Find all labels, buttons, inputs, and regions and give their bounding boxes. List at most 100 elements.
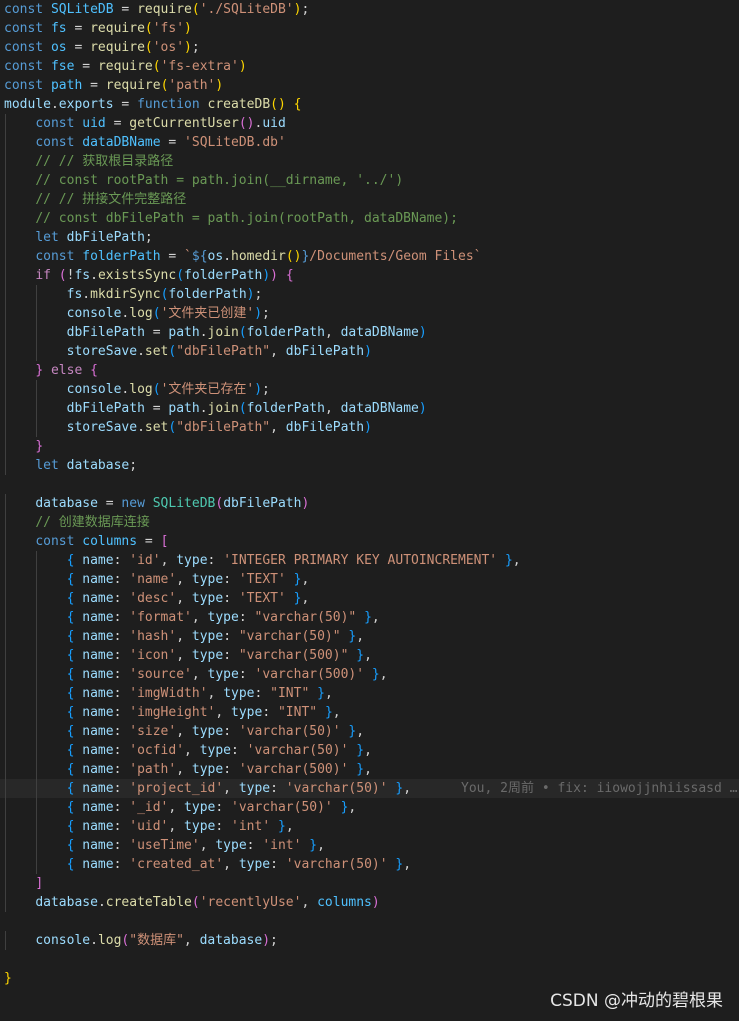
code-line[interactable]: dbFilePath = path.join(folderPath, dataD…: [0, 399, 739, 418]
code-token: (: [144, 21, 153, 36]
code-line[interactable]: { name: 'uid', type: 'int' },: [0, 817, 739, 836]
code-token: function: [137, 97, 208, 112]
code-line[interactable]: fs.mkdirSync(folderPath);: [0, 285, 739, 304]
code-line[interactable]: const columns = [: [0, 532, 739, 551]
code-line[interactable]: { name: 'project_id', type: 'varchar(50)…: [0, 779, 739, 798]
code-line[interactable]: // const rootPath = path.join(__dirname,…: [0, 171, 739, 190]
code-line[interactable]: const uid = getCurrentUser().uid: [0, 114, 739, 133]
code-token: './SQLiteDB': [199, 2, 294, 17]
code-line[interactable]: { name: '_id', type: 'varchar(50)' },: [0, 798, 739, 817]
code-token: dataDBName: [340, 401, 419, 416]
code-token: =: [113, 97, 138, 112]
code-token: type: [184, 819, 216, 834]
code-token: :: [223, 762, 239, 777]
code-line[interactable]: const fse = require('fs-extra'): [0, 57, 739, 76]
code-token: type: [215, 838, 247, 853]
indent-guide: [36, 703, 37, 722]
code-token: uid: [82, 116, 106, 131]
indent-guide: [36, 418, 37, 437]
code-line[interactable]: { name: 'ocfid', type: 'varchar(50)' },: [0, 741, 739, 760]
code-token: name: [74, 610, 114, 625]
code-line[interactable]: { name: 'desc', type: 'TEXT' },: [0, 589, 739, 608]
indent-guide: [5, 589, 6, 608]
code-line[interactable]: const SQLiteDB = require('./SQLiteDB');: [0, 0, 739, 19]
code-line[interactable]: { name: 'name', type: 'TEXT' },: [0, 570, 739, 589]
code-line[interactable]: { name: 'format', type: "varchar(50)" },: [0, 608, 739, 627]
code-line[interactable]: console.log('文件夹已存在');: [0, 380, 739, 399]
code-line[interactable]: console.log('文件夹已创建');: [0, 304, 739, 323]
code-token: }: [4, 971, 12, 986]
code-line[interactable]: // const dbFilePath = path.join(rootPath…: [0, 209, 739, 228]
code-token: ,: [168, 800, 185, 815]
code-line[interactable]: database = new SQLiteDB(dbFilePath): [0, 494, 739, 513]
code-token: folderPath: [246, 401, 325, 416]
code-token: =: [113, 2, 138, 17]
code-line[interactable]: [0, 912, 739, 931]
code-line[interactable]: { name: 'size', type: 'varchar(50)' },: [0, 722, 739, 741]
code-line[interactable]: // // 获取根目录路径: [0, 152, 739, 171]
code-line[interactable]: ]: [0, 874, 739, 893]
code-token: createTable: [105, 895, 192, 910]
code-line[interactable]: { name: 'imgWidth', type: "INT" },: [0, 684, 739, 703]
code-token: ,: [332, 705, 341, 720]
code-line[interactable]: const dataDBName = 'SQLiteDB.db': [0, 133, 739, 152]
code-line[interactable]: { name: 'source', type: 'varchar(500)' }…: [0, 665, 739, 684]
code-line[interactable]: { name: 'hash', type: "varchar(50)" },: [0, 627, 739, 646]
code-token: ,: [301, 895, 318, 910]
code-token: name: [74, 762, 114, 777]
indent-guide: [5, 209, 6, 228]
code-line[interactable]: // // 拼接文件完整路径: [0, 190, 739, 209]
code-token: ,: [183, 933, 200, 948]
code-line[interactable]: [0, 475, 739, 494]
code-line[interactable]: { name: 'id', type: 'INTEGER PRIMARY KEY…: [0, 551, 739, 570]
code-line[interactable]: if (!fs.existsSync(folderPath)) {: [0, 266, 739, 285]
code-line[interactable]: const folderPath = `${os.homedir()}/Docu…: [0, 247, 739, 266]
code-token: 'recentlyUse': [199, 895, 302, 910]
code-line[interactable]: dbFilePath = path.join(folderPath, dataD…: [0, 323, 739, 342]
code-line[interactable]: { name: 'icon', type: "varchar(500)" },: [0, 646, 739, 665]
code-line[interactable]: { name: 'imgHeight', type: "INT" },: [0, 703, 739, 722]
code-line[interactable]: // 创建数据库连接: [0, 513, 739, 532]
code-line[interactable]: const path = require('path'): [0, 76, 739, 95]
code-token: name: [74, 686, 114, 701]
code-token: columns: [82, 534, 138, 549]
code-line[interactable]: { name: 'useTime', type: 'int' },: [0, 836, 739, 855]
code-token: existsSync: [97, 268, 177, 283]
code-token: .: [90, 268, 98, 283]
code-line[interactable]: const os = require('os');: [0, 38, 739, 57]
code-token: ): [371, 895, 380, 910]
code-line[interactable]: console.log("数据库", database);: [0, 931, 739, 950]
indent-guide: [5, 836, 6, 855]
code-line[interactable]: } else {: [0, 361, 739, 380]
code-token: ,: [512, 553, 521, 568]
code-line[interactable]: module.exports = function createDB() {: [0, 95, 739, 114]
indent-guide: [5, 228, 6, 247]
code-token: "INT": [277, 705, 318, 720]
code-line[interactable]: { name: 'created_at', type: 'varchar(50)…: [0, 855, 739, 874]
code-editor[interactable]: const SQLiteDB = require('./SQLiteDB'); c…: [0, 0, 739, 988]
code-line[interactable]: let dbFilePath;: [0, 228, 739, 247]
code-line[interactable]: storeSave.set("dbFilePath", dbFilePath): [0, 342, 739, 361]
code-token: =: [105, 116, 130, 131]
code-token: join: [207, 401, 239, 416]
code-token: {: [285, 268, 294, 283]
code-line[interactable]: [0, 950, 739, 969]
code-token: name: [74, 800, 114, 815]
indent-guide: [5, 741, 6, 760]
code-token: let: [35, 458, 67, 473]
code-token: 'imgWidth': [129, 686, 208, 701]
code-line[interactable]: { name: 'path', type: 'varchar(500)' },: [0, 760, 739, 779]
code-line[interactable]: database.createTable('recentlyUse', colu…: [0, 893, 739, 912]
code-line[interactable]: const fs = require('fs'): [0, 19, 739, 38]
code-token: '文件夹已创建': [160, 306, 255, 321]
code-token: ,: [285, 819, 294, 834]
code-line[interactable]: }: [0, 437, 739, 456]
code-line[interactable]: let database;: [0, 456, 739, 475]
code-line[interactable]: storeSave.set("dbFilePath", dbFilePath): [0, 418, 739, 437]
